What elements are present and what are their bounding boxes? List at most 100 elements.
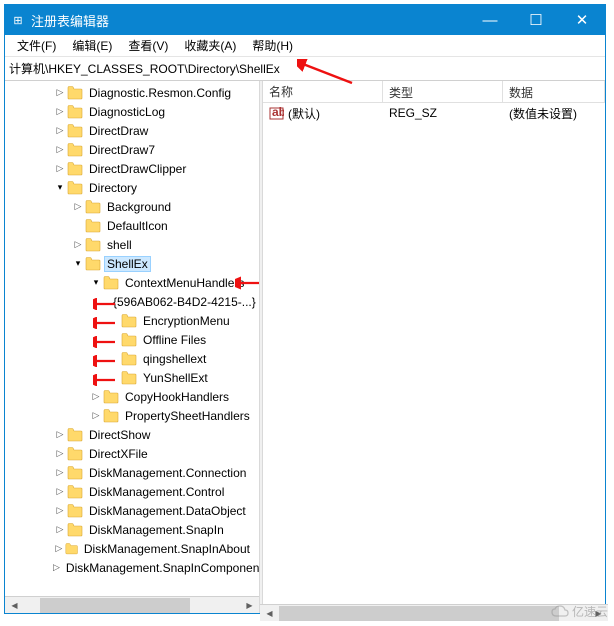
chevron-right-icon[interactable]: ▷ <box>53 125 67 136</box>
chevron-down-icon[interactable]: ▾ <box>71 258 85 269</box>
svg-text:ab: ab <box>272 106 284 119</box>
chevron-right-icon[interactable]: ▷ <box>53 163 67 174</box>
tree-h-scrollbar[interactable]: ◀ ▶ <box>5 596 259 613</box>
tree-item-label: DirectDrawClipper <box>86 161 189 177</box>
tree-item-label: qingshellext <box>140 351 209 367</box>
tree-item[interactable]: ▷ DiagnosticLog <box>5 102 259 121</box>
tree-item-label: DefaultIcon <box>104 218 171 234</box>
chevron-right-icon[interactable]: ▷ <box>53 505 67 516</box>
cell-type: REG_SZ <box>383 104 503 122</box>
cell-name: ab(默认) <box>263 103 383 124</box>
tree-item[interactable]: qingshellext <box>5 349 259 368</box>
scroll-left-button[interactable]: ◀ <box>7 598 22 613</box>
menu-item[interactable]: 帮助(H) <box>244 35 301 56</box>
scroll-track[interactable] <box>22 598 242 613</box>
tree-item-label: shell <box>104 237 135 253</box>
tree-item[interactable]: ▷ Background <box>5 197 259 216</box>
watermark: 亿速云 <box>550 603 608 620</box>
cloud-icon <box>550 605 570 619</box>
chevron-right-icon[interactable]: ▷ <box>71 201 85 212</box>
tree-item[interactable]: ▷CopyHookHandlers <box>5 387 259 406</box>
col-type[interactable]: 类型 <box>383 81 503 102</box>
tree-item-label: DiskManagement.SnapInComponent <box>63 560 259 576</box>
tree-item[interactable]: ▷ DirectDraw7 <box>5 140 259 159</box>
tree-list: ▷Diagnostic.Resmon.Config▷DiagnosticLog▷… <box>5 83 259 577</box>
chevron-right-icon[interactable]: ▷ <box>53 429 67 440</box>
chevron-right-icon[interactable]: ▷ <box>53 87 67 98</box>
regedit-window: ⊞ 注册表编辑器 — ☐ ✕ 文件(F)编辑(E)查看(V)收藏夹(A)帮助(H… <box>4 4 606 614</box>
chevron-right-icon[interactable]: ▷ <box>71 239 85 250</box>
window-title: 注册表编辑器 <box>31 11 467 30</box>
tree-item-label: ContextMenuHandlers <box>122 275 247 291</box>
menu-item[interactable]: 收藏夹(A) <box>176 35 244 56</box>
tree-item[interactable]: ▾ ContextMenuHandlers <box>5 273 259 292</box>
annotation-arrow <box>297 59 357 87</box>
chevron-right-icon[interactable]: ▷ <box>53 467 67 478</box>
tree-item-label: DiskManagement.SnapInAbout <box>81 541 253 557</box>
maximize-button[interactable]: ☐ <box>513 5 559 35</box>
value-list-pane[interactable]: 名称 类型 数据 ab(默认)REG_SZ(数值未设置) ◀ ▶ <box>263 81 605 613</box>
chevron-right-icon[interactable]: ▷ <box>53 562 60 573</box>
chevron-right-icon[interactable]: ▷ <box>53 144 67 155</box>
tree-item[interactable]: ▷DiskManagement.DataObject <box>5 501 259 520</box>
menu-item[interactable]: 文件(F) <box>9 35 64 56</box>
chevron-right-icon[interactable]: ▷ <box>89 410 103 421</box>
tree-item-label: PropertySheetHandlers <box>122 408 253 424</box>
scroll-thumb[interactable] <box>279 606 559 614</box>
tree-item[interactable]: ▷ DiskManagement.Control <box>5 482 259 501</box>
chevron-right-icon[interactable]: ▷ <box>53 524 67 535</box>
tree-item-label: Offline Files <box>140 332 209 348</box>
tree-item-label: DirectDraw7 <box>86 142 158 158</box>
tree-item-label: DirectShow <box>86 427 153 443</box>
chevron-right-icon[interactable]: ▷ <box>53 486 67 497</box>
scroll-right-button[interactable]: ▶ <box>242 598 257 613</box>
tree-item-label: DiagnosticLog <box>86 104 168 120</box>
tree-item-label: {596AB062-B4D2-4215-...} <box>110 294 259 310</box>
chevron-right-icon[interactable]: ▷ <box>53 106 67 117</box>
col-data[interactable]: 数据 <box>503 81 605 102</box>
tree-item[interactable]: ▷ PropertySheetHandlers <box>5 406 259 425</box>
tree-item[interactable]: ▷ DirectXFile <box>5 444 259 463</box>
tree-item[interactable]: ▷ DiskManagement.Connection <box>5 463 259 482</box>
cell-data: (数值未设置) <box>503 103 605 124</box>
list-row[interactable]: ab(默认)REG_SZ(数值未设置) <box>263 103 605 123</box>
chevron-right-icon[interactable]: ▷ <box>53 448 67 459</box>
app-icon: ⊞ <box>11 13 25 27</box>
tree-item-label: Background <box>104 199 174 215</box>
tree-item-label: DirectXFile <box>86 446 151 462</box>
tree-item-label: Diagnostic.Resmon.Config <box>86 85 234 101</box>
tree-item[interactable]: ▷ shell <box>5 235 259 254</box>
chevron-right-icon[interactable]: ▷ <box>53 543 65 554</box>
tree-item-label: DiskManagement.Control <box>86 484 227 500</box>
tree-item[interactable]: ▷DiskManagement.SnapIn <box>5 520 259 539</box>
close-button[interactable]: ✕ <box>559 5 605 35</box>
tree-item[interactable]: EncryptionMenu <box>5 311 259 330</box>
tree-pane[interactable]: ▷Diagnostic.Resmon.Config▷DiagnosticLog▷… <box>5 81 259 613</box>
minimize-button[interactable]: — <box>467 5 513 35</box>
tree-item[interactable]: DefaultIcon <box>5 216 259 235</box>
scroll-track[interactable] <box>277 606 591 614</box>
scroll-thumb[interactable] <box>40 598 190 613</box>
title-bar[interactable]: ⊞ 注册表编辑器 — ☐ ✕ <box>5 5 605 35</box>
tree-item[interactable]: ▷ DirectShow <box>5 425 259 444</box>
menu-item[interactable]: 编辑(E) <box>64 35 120 56</box>
address-bar[interactable] <box>5 57 605 81</box>
tree-item[interactable]: {596AB062-B4D2-4215-...} <box>5 292 259 311</box>
tree-item[interactable]: YunShellExt <box>5 368 259 387</box>
scroll-left-button[interactable]: ◀ <box>263 606 277 614</box>
tree-item-label: DirectDraw <box>86 123 151 139</box>
chevron-down-icon[interactable]: ▾ <box>89 277 103 288</box>
menu-item[interactable]: 查看(V) <box>120 35 176 56</box>
tree-item[interactable]: Offline Files <box>5 330 259 349</box>
tree-item[interactable]: ▷ Diagnostic.Resmon.Config <box>5 83 259 102</box>
chevron-right-icon[interactable]: ▷ <box>89 391 103 402</box>
tree-item[interactable]: ▷DiskManagement.SnapInComponent <box>5 558 259 577</box>
tree-item[interactable]: ▾ ShellEx <box>5 254 259 273</box>
tree-item[interactable]: ▾Directory <box>5 178 259 197</box>
tree-item-label: DiskManagement.Connection <box>86 465 249 481</box>
tree-item[interactable]: ▷ DirectDrawClipper <box>5 159 259 178</box>
tree-item-label: ShellEx <box>104 256 151 272</box>
tree-item[interactable]: ▷ DiskManagement.SnapInAbout <box>5 539 259 558</box>
tree-item[interactable]: ▷ DirectDraw <box>5 121 259 140</box>
chevron-down-icon[interactable]: ▾ <box>53 182 67 193</box>
